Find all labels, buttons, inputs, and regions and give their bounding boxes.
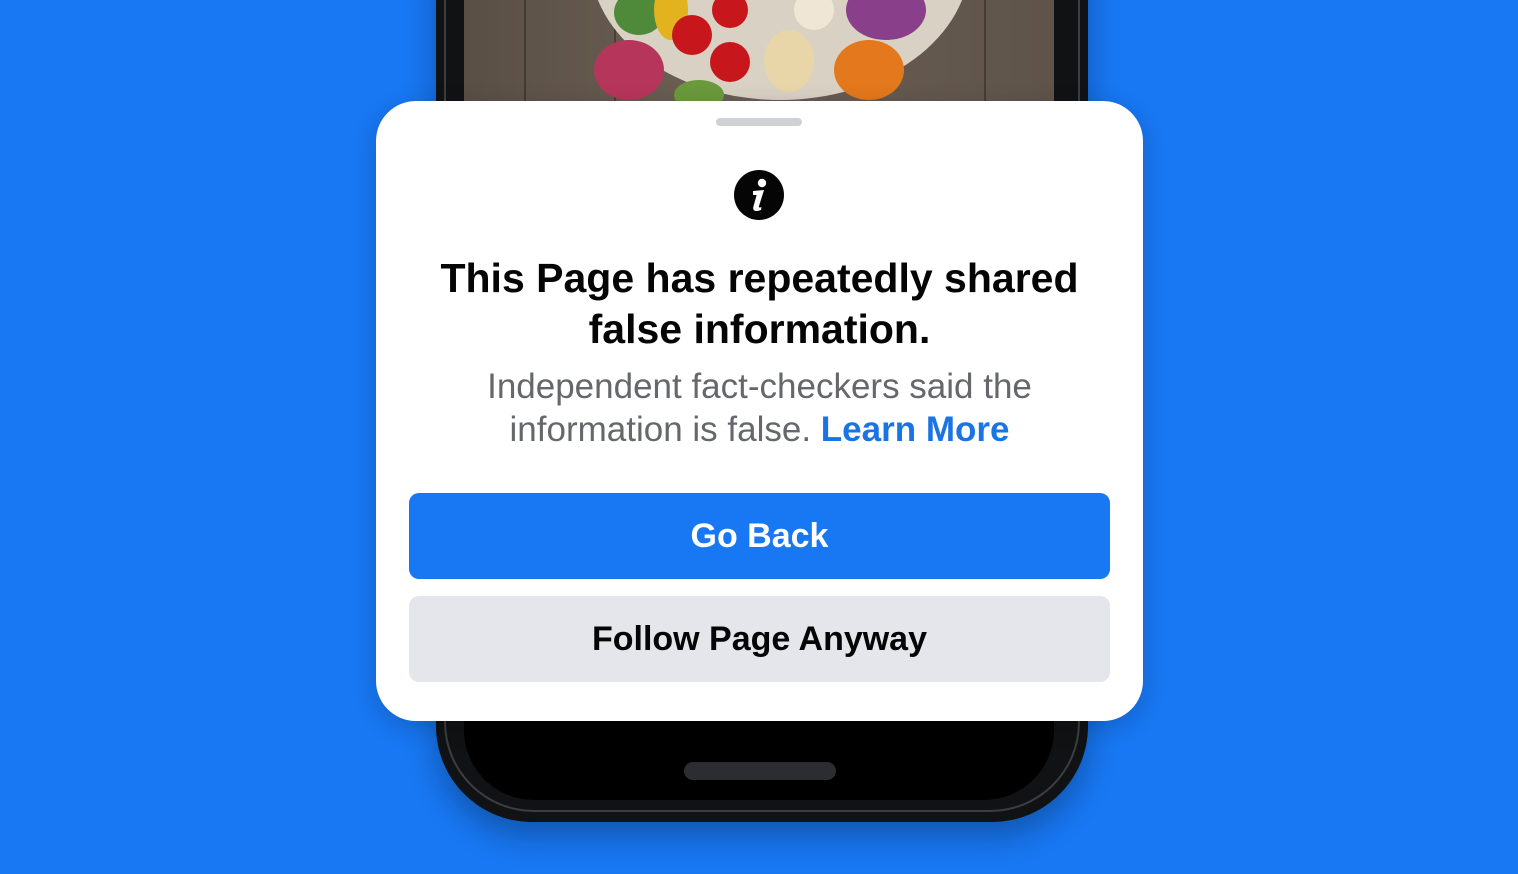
warning-dialog: This Page has repeatedly shared false in… [376, 101, 1143, 721]
info-icon [734, 170, 784, 220]
learn-more-link[interactable]: Learn More [821, 410, 1010, 449]
dialog-description: Independent fact-checkers said the infor… [436, 365, 1083, 451]
phone-screen [464, 720, 1054, 800]
sheet-grabber-handle[interactable] [716, 118, 802, 126]
dialog-title: This Page has repeatedly shared false in… [440, 255, 1079, 352]
background-food-photo [464, 0, 1054, 104]
follow-page-anyway-button[interactable]: Follow Page Anyway [409, 596, 1110, 682]
home-indicator[interactable] [684, 762, 836, 780]
go-back-button[interactable]: Go Back [409, 493, 1110, 579]
